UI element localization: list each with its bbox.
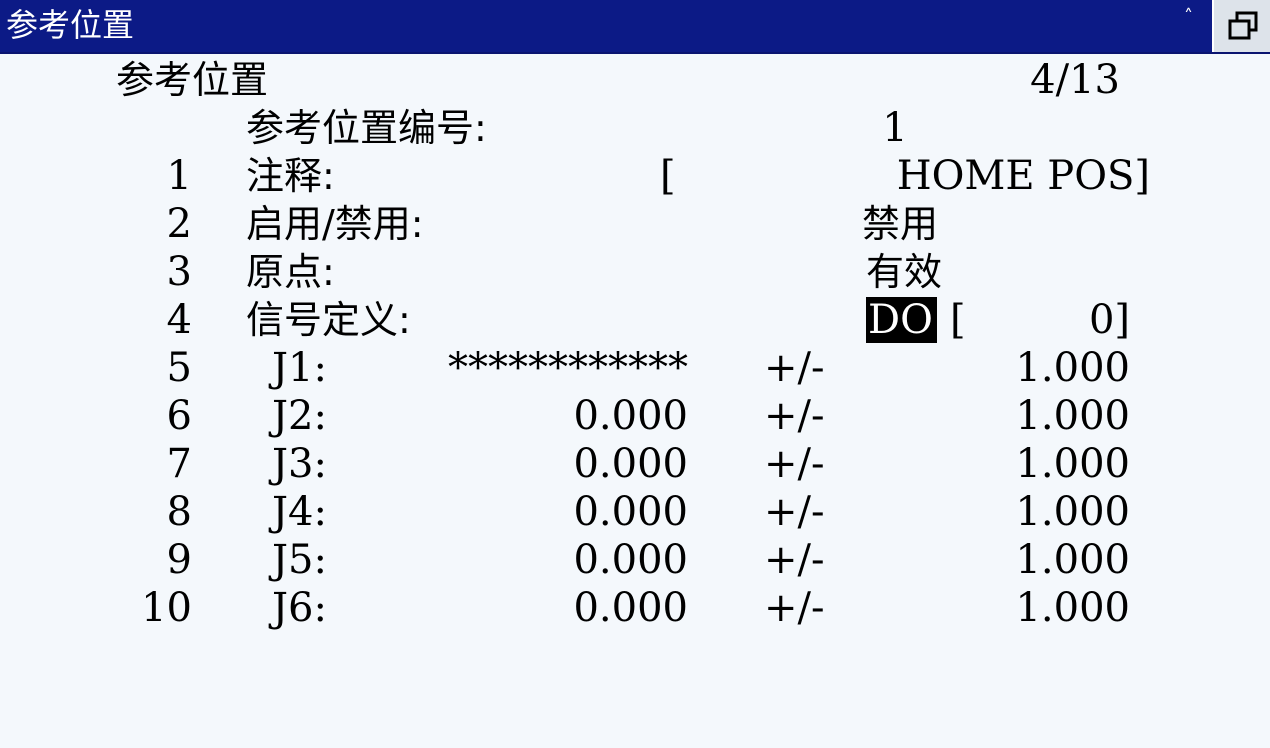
comment-value[interactable]: HOME POS]	[880, 152, 1150, 200]
tolerance-sign-j2: +/-	[764, 393, 825, 439]
joint-value-j6[interactable]: 0.000	[380, 584, 688, 632]
tolerance-sign-j1: +/-	[764, 345, 825, 391]
caret-up-icon[interactable]: ˄	[1184, 6, 1193, 27]
page-indicator: 4/13	[1030, 57, 1120, 103]
item-number-5: 5	[166, 345, 192, 391]
item-number-6: 6	[166, 393, 192, 439]
joint-label-j3: J3:	[272, 441, 327, 487]
tolerance-value-j4[interactable]: 1.000	[960, 488, 1130, 536]
joint-label-j6: J6:	[272, 585, 327, 631]
item-number-1: 1	[166, 153, 192, 199]
ref-no-label: 参考位置编号:	[246, 106, 487, 150]
enable-disable-value[interactable]: 禁用	[862, 200, 938, 248]
joint-label-j5: J5:	[272, 537, 327, 583]
signal-type-selected[interactable]: DO	[866, 297, 937, 343]
tolerance-sign-j6: +/-	[764, 585, 825, 631]
joint-label-j2: J2:	[272, 393, 327, 439]
tolerance-value-j2[interactable]: 1.000	[960, 392, 1130, 440]
tolerance-value-j5[interactable]: 1.000	[960, 536, 1130, 584]
item-number-4: 4	[166, 297, 192, 343]
tolerance-value-j3[interactable]: 1.000	[960, 440, 1130, 488]
signal-index-value[interactable]: 0]	[980, 296, 1130, 344]
comment-bracket-open: [	[660, 153, 676, 199]
tolerance-sign-j5: +/-	[764, 537, 825, 583]
signal-bracket-open: [	[950, 297, 966, 343]
tolerance-sign-j3: +/-	[764, 441, 825, 487]
signal-definition-label: 信号定义:	[246, 298, 411, 342]
tolerance-sign-j4: +/-	[764, 489, 825, 535]
origin-label: 原点:	[246, 250, 335, 294]
joint-label-j1: J1:	[272, 345, 327, 391]
item-number-8: 8	[166, 489, 192, 535]
item-number-9: 9	[166, 537, 192, 583]
joint-value-j1[interactable]: ************	[380, 344, 688, 392]
ref-no-value[interactable]: 1	[870, 104, 920, 152]
joint-value-j5[interactable]: 0.000	[380, 536, 688, 584]
joint-value-j4[interactable]: 0.000	[380, 488, 688, 536]
joint-label-j4: J4:	[272, 489, 327, 535]
window-title: 参考位置	[6, 6, 135, 44]
item-number-10: 10	[141, 585, 192, 631]
joint-value-j3[interactable]: 0.000	[380, 440, 688, 488]
origin-value[interactable]: 有效	[866, 248, 942, 296]
tolerance-value-j6[interactable]: 1.000	[960, 584, 1130, 632]
item-number-3: 3	[166, 249, 192, 295]
screen-heading: 参考位置	[116, 58, 269, 102]
enable-disable-label: 启用/禁用:	[246, 202, 424, 246]
item-number-2: 2	[166, 201, 192, 247]
window-restore-icon	[1228, 11, 1258, 40]
title-bar: 参考位置 ˄	[0, 0, 1270, 54]
window-restore-button[interactable]	[1212, 0, 1270, 52]
tolerance-value-j1[interactable]: 1.000	[960, 344, 1130, 392]
item-number-7: 7	[166, 441, 192, 487]
comment-label: 注释:	[246, 154, 335, 198]
joint-value-j2[interactable]: 0.000	[380, 392, 688, 440]
